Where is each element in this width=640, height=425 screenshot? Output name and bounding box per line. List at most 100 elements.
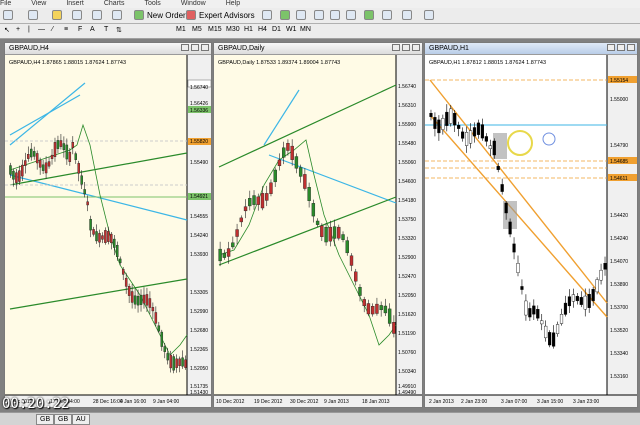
tf-h1[interactable]: H1 <box>244 26 253 33</box>
tf-d1[interactable]: D1 <box>272 26 281 33</box>
crosshair-icon[interactable]: + <box>16 26 20 33</box>
candle <box>500 184 504 192</box>
window-title-bar[interactable]: GBPAUD,Daily <box>214 43 422 55</box>
candle-chart-button[interactable] <box>280 9 290 21</box>
chart-tab[interactable]: GB <box>36 414 55 425</box>
zoom-out-button[interactable] <box>330 9 340 21</box>
menu-help[interactable]: Help <box>226 0 240 8</box>
line-chart-button[interactable] <box>296 9 306 21</box>
chart-h1[interactable]: GBPAUD,H1 1.87812 1.88015 1.87624 1.8774… <box>425 55 637 407</box>
text-icon[interactable]: A <box>90 26 95 33</box>
menu-window[interactable]: Window <box>181 0 206 8</box>
vertical-line-icon[interactable]: | <box>28 26 30 33</box>
window-title: GBPAUD,H4 <box>9 45 49 52</box>
tf-m15[interactable]: M15 <box>208 26 222 33</box>
candle <box>583 295 587 310</box>
price-label: 1.56310 <box>398 103 416 109</box>
navigator-button[interactable] <box>92 9 102 21</box>
trendline-icon[interactable]: ⁄ <box>52 26 53 33</box>
price-label: 1.51430 <box>190 390 208 396</box>
chart-tab[interactable]: GB <box>54 414 73 425</box>
tf-m1[interactable]: M1 <box>176 26 186 33</box>
candle <box>387 308 392 324</box>
price-label: 1.54555 <box>190 214 208 220</box>
candle <box>457 125 461 129</box>
candle <box>166 353 169 361</box>
zoom-in-button[interactable] <box>314 9 324 21</box>
menu-view[interactable]: View <box>31 0 46 8</box>
minimize-icon[interactable] <box>392 44 400 51</box>
candle <box>80 175 83 185</box>
minimize-icon[interactable] <box>607 44 615 51</box>
candle <box>441 118 445 130</box>
candle <box>294 156 299 169</box>
candle <box>290 145 294 160</box>
candle <box>148 298 152 308</box>
new-order-button[interactable]: New Order <box>134 9 186 21</box>
chart-window-h1[interactable]: GBPAUD,H1 GBPAUD,H1 1.87812 1.88015 1.87… <box>424 42 638 408</box>
chart-h4[interactable]: GBPAUD,H4 1.87865 1.88015 1.87624 1.8774… <box>5 55 211 407</box>
tf-w1[interactable]: W1 <box>286 26 297 33</box>
candle <box>437 119 441 134</box>
chart-tab[interactable]: AU <box>72 414 90 425</box>
chart-shift-button[interactable] <box>382 9 392 21</box>
new-chart-button[interactable] <box>3 9 13 21</box>
channel-icon[interactable]: ≡ <box>64 26 68 33</box>
candle <box>379 305 383 311</box>
periods-button[interactable] <box>424 9 434 21</box>
candle <box>587 294 591 308</box>
candle <box>110 233 113 244</box>
maximize-icon[interactable] <box>191 44 199 51</box>
chart-daily[interactable]: GBPAUD,Daily 1.87533 1.89374 1.89004 1.8… <box>214 55 422 407</box>
menu-charts[interactable]: Charts <box>104 0 125 8</box>
profiles-button[interactable] <box>28 9 38 21</box>
price-label: 1.54240 <box>610 236 628 242</box>
chart-window-daily[interactable]: GBPAUD,Daily GBPAUD,Daily 1.87533 1.8937… <box>213 42 423 408</box>
fibonacci-icon[interactable]: F <box>78 26 82 33</box>
indicators-button[interactable] <box>402 9 412 21</box>
tf-m30[interactable]: M30 <box>226 26 240 33</box>
candle <box>27 154 30 159</box>
expert-advisors-button[interactable]: Expert Advisors <box>186 9 255 21</box>
candle <box>127 286 131 296</box>
arrows-icon[interactable]: ⇅ <box>116 26 122 34</box>
menu-insert[interactable]: Insert <box>66 0 84 8</box>
tf-mn[interactable]: MN <box>300 26 311 33</box>
close-icon[interactable] <box>201 44 209 51</box>
candle <box>488 145 492 149</box>
window-title-bar[interactable]: GBPAUD,H1 <box>425 43 637 55</box>
maximize-icon[interactable] <box>402 44 410 51</box>
bar-chart-button[interactable] <box>262 9 272 21</box>
menu-tools[interactable]: Tools <box>144 0 160 8</box>
date-label: 9 Jan 04:00 <box>153 399 179 405</box>
candle <box>133 295 137 305</box>
candle <box>252 195 256 205</box>
candle <box>160 331 164 347</box>
cursor-icon[interactable]: ↖ <box>4 26 10 34</box>
close-icon[interactable] <box>627 44 635 51</box>
horizontal-line-icon[interactable]: — <box>38 26 45 33</box>
tf-h4[interactable]: H4 <box>258 26 267 33</box>
terminal-icon <box>112 10 122 20</box>
candle <box>472 127 477 137</box>
maximize-icon[interactable] <box>617 44 625 51</box>
terminal-button[interactable] <box>112 9 122 21</box>
market-watch-button[interactable] <box>52 9 62 21</box>
data-window-button[interactable] <box>72 9 82 21</box>
menu-file[interactable]: File <box>0 0 11 8</box>
window-title-bar[interactable]: GBPAUD,H4 <box>5 43 211 55</box>
date-label: 3 Jan 23:00 <box>573 399 599 405</box>
price-label: 1.54611 <box>610 176 628 182</box>
video-timecode: 00:20:22 <box>2 396 70 412</box>
candle <box>222 252 227 258</box>
minimize-icon[interactable] <box>181 44 189 51</box>
chart-info-text: GBPAUD,H1 1.87812 1.88015 1.87624 1.8774… <box>429 60 546 66</box>
close-icon[interactable] <box>412 44 420 51</box>
chart-window-h4[interactable]: GBPAUD,H4 GBPAUD,H4 1.87865 1.88015 1.87… <box>4 42 212 408</box>
label-icon[interactable]: T <box>104 26 108 33</box>
tf-m5[interactable]: M5 <box>192 26 202 33</box>
tile-windows-button[interactable] <box>346 9 356 21</box>
auto-scroll-button[interactable] <box>364 9 374 21</box>
candle <box>136 295 140 306</box>
chart-info-text: GBPAUD,H4 1.87865 1.88015 1.87624 1.8774… <box>9 60 126 66</box>
